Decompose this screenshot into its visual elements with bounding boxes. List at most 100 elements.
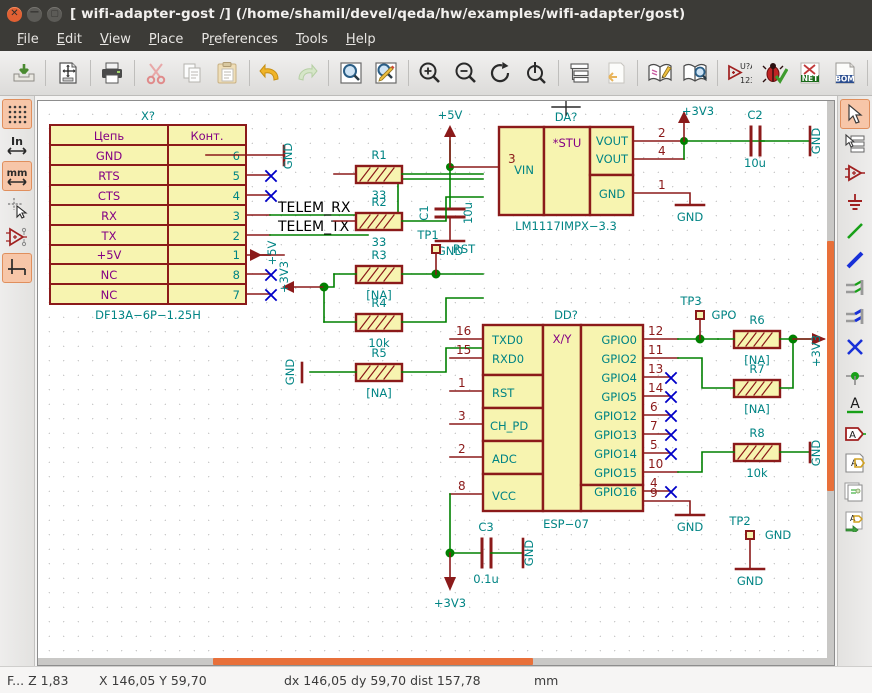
- opamp-component-icon: [845, 164, 865, 182]
- annotate-u123-icon: U?A 123: [728, 62, 752, 85]
- zoom-out-button[interactable]: [451, 58, 480, 88]
- vertical-scrollbar[interactable]: [827, 101, 834, 665]
- menu-preferences[interactable]: Preferences: [192, 30, 286, 49]
- menu-view-rest: iew: [108, 32, 131, 47]
- undo-button[interactable]: [257, 58, 286, 88]
- col-header-pin: Конт.: [190, 129, 223, 143]
- toolbar-separator: [866, 60, 868, 86]
- net-gnd: GND: [96, 149, 123, 163]
- svg-text:NET: NET: [802, 74, 819, 83]
- hv-wire-bus-button[interactable]: [2, 253, 32, 283]
- close-button[interactable]: ✕: [7, 6, 22, 22]
- copy-button[interactable]: [177, 58, 206, 88]
- place-power-port-tool[interactable]: [841, 188, 869, 216]
- minimize-button[interactable]: −: [27, 6, 42, 22]
- redo-button[interactable]: [292, 58, 321, 88]
- place-component-tool[interactable]: [841, 159, 869, 187]
- svg-text:BOM: BOM: [835, 75, 855, 84]
- paste-button[interactable]: [212, 58, 241, 88]
- pinnum-2b: 2: [458, 442, 466, 456]
- resistor-r4: R4 10k: [323, 296, 484, 350]
- power-label-3v3-left: +3V3: [277, 261, 291, 293]
- hierarchy-navigate-tool[interactable]: [841, 130, 869, 158]
- place-hierarchical-label-tool[interactable]: A: [841, 449, 869, 477]
- place-junction-tool[interactable]: [841, 362, 869, 390]
- pin-gpio5: GPIO5: [601, 390, 637, 404]
- place-global-label-tool[interactable]: A: [841, 420, 869, 448]
- erc-button[interactable]: [760, 58, 789, 88]
- mcu-right-pinnums: 12 11 13 14 6 7 5 10 4 9: [648, 324, 663, 500]
- netlist-button[interactable]: NET: [795, 58, 824, 88]
- zoom-in-icon: [419, 62, 441, 83]
- pin-8: 8: [233, 268, 240, 282]
- tp2-ref: TP2: [728, 514, 750, 528]
- zoom-in-button[interactable]: [416, 58, 445, 88]
- find-button[interactable]: [336, 58, 365, 88]
- status-absolute-coords: X 146,05 Y 59,70: [99, 672, 207, 688]
- svg-text:11: 11: [648, 343, 663, 357]
- zoom-fit-button[interactable]: [521, 58, 550, 88]
- units-mm-button[interactable]: mm: [2, 161, 32, 191]
- place-bus-tool[interactable]: [841, 246, 869, 274]
- redo-arrow-icon: [298, 63, 319, 81]
- menu-edit[interactable]: Edit: [48, 30, 91, 49]
- navigate-hierarchy-button[interactable]: [566, 58, 595, 88]
- tp3-net: GPO: [712, 308, 737, 322]
- gnd-label-tp2: GND: [737, 574, 764, 588]
- run-library-browser-button[interactable]: [681, 58, 710, 88]
- menu-view[interactable]: View: [91, 30, 140, 49]
- power-label-3v3-right: +3V3: [809, 335, 823, 367]
- leave-sheet-button[interactable]: [601, 58, 630, 88]
- pin-chpd: CH_PD: [490, 419, 528, 433]
- print-button[interactable]: [98, 58, 127, 88]
- annotate-button[interactable]: U?A 123: [725, 58, 754, 88]
- net-cts: CTS: [98, 189, 120, 203]
- dd-ref: DD?: [554, 308, 578, 322]
- bom-button[interactable]: BOM: [831, 58, 860, 88]
- menu-help[interactable]: Help: [337, 30, 385, 49]
- gnd-label-reg: GND: [677, 210, 704, 224]
- pin-gpio4: GPIO4: [601, 371, 637, 385]
- vertical-scroll-thumb[interactable]: [827, 241, 834, 491]
- cut-button[interactable]: [142, 58, 171, 88]
- menu-file[interactable]: File: [8, 30, 48, 49]
- place-wire-to-bus-tool[interactable]: [841, 275, 869, 303]
- place-no-connect-tool[interactable]: [841, 333, 869, 361]
- place-net-label-tool[interactable]: A: [841, 391, 869, 419]
- place-sheet-tool[interactable]: [841, 478, 869, 506]
- import-sheet-pin-tool[interactable]: A: [841, 507, 869, 535]
- run-library-editor-button[interactable]: [645, 58, 674, 88]
- show-hidden-pins-button[interactable]: [3, 223, 31, 251]
- save-schematic-button[interactable]: [9, 58, 38, 88]
- da-value: LM1117IMPX−3.3: [515, 219, 617, 233]
- maximize-button[interactable]: ▢: [47, 6, 62, 22]
- find-replace-button[interactable]: [371, 58, 400, 88]
- pin-vout1: VOUT: [596, 134, 629, 148]
- net-nc7: NC: [101, 288, 118, 302]
- horizontal-scroll-thumb[interactable]: [213, 658, 533, 665]
- r2-value: 33: [372, 235, 387, 249]
- place-wire-tool[interactable]: [841, 217, 869, 245]
- units-inch-button[interactable]: In: [3, 131, 31, 159]
- toggle-grid-button[interactable]: [2, 99, 32, 129]
- horizontal-scrollbar[interactable]: [38, 658, 834, 665]
- c3-ref: C3: [478, 520, 493, 534]
- schematic-canvas[interactable]: X? Цепь Конт. GND RTS CTS RX TX +5V NC N…: [37, 100, 835, 666]
- svg-text:13: 13: [648, 362, 663, 376]
- hierarchy-icon: [570, 63, 589, 83]
- cursor-shape-button[interactable]: [3, 193, 31, 221]
- schematic-drawing[interactable]: X? Цепь Конт. GND RTS CTS RX TX +5V NC N…: [38, 101, 833, 626]
- menu-tools-rest: ools: [301, 32, 328, 47]
- select-tool[interactable]: [840, 99, 870, 129]
- pinnum-15: 15: [456, 343, 471, 357]
- zoom-redraw-button[interactable]: [486, 58, 515, 88]
- place-bus-to-bus-tool[interactable]: [841, 304, 869, 332]
- pinnum-1b: 1: [458, 376, 466, 390]
- zoom-out-icon: [455, 62, 476, 83]
- menu-tools[interactable]: Tools: [287, 30, 337, 49]
- junction-dot-icon: [846, 372, 864, 385]
- menu-place[interactable]: Place: [140, 30, 193, 49]
- page-settings-button[interactable]: [53, 58, 82, 88]
- r8-gnd-label: GND: [809, 440, 823, 467]
- pin-gpio12: GPIO12: [594, 409, 637, 423]
